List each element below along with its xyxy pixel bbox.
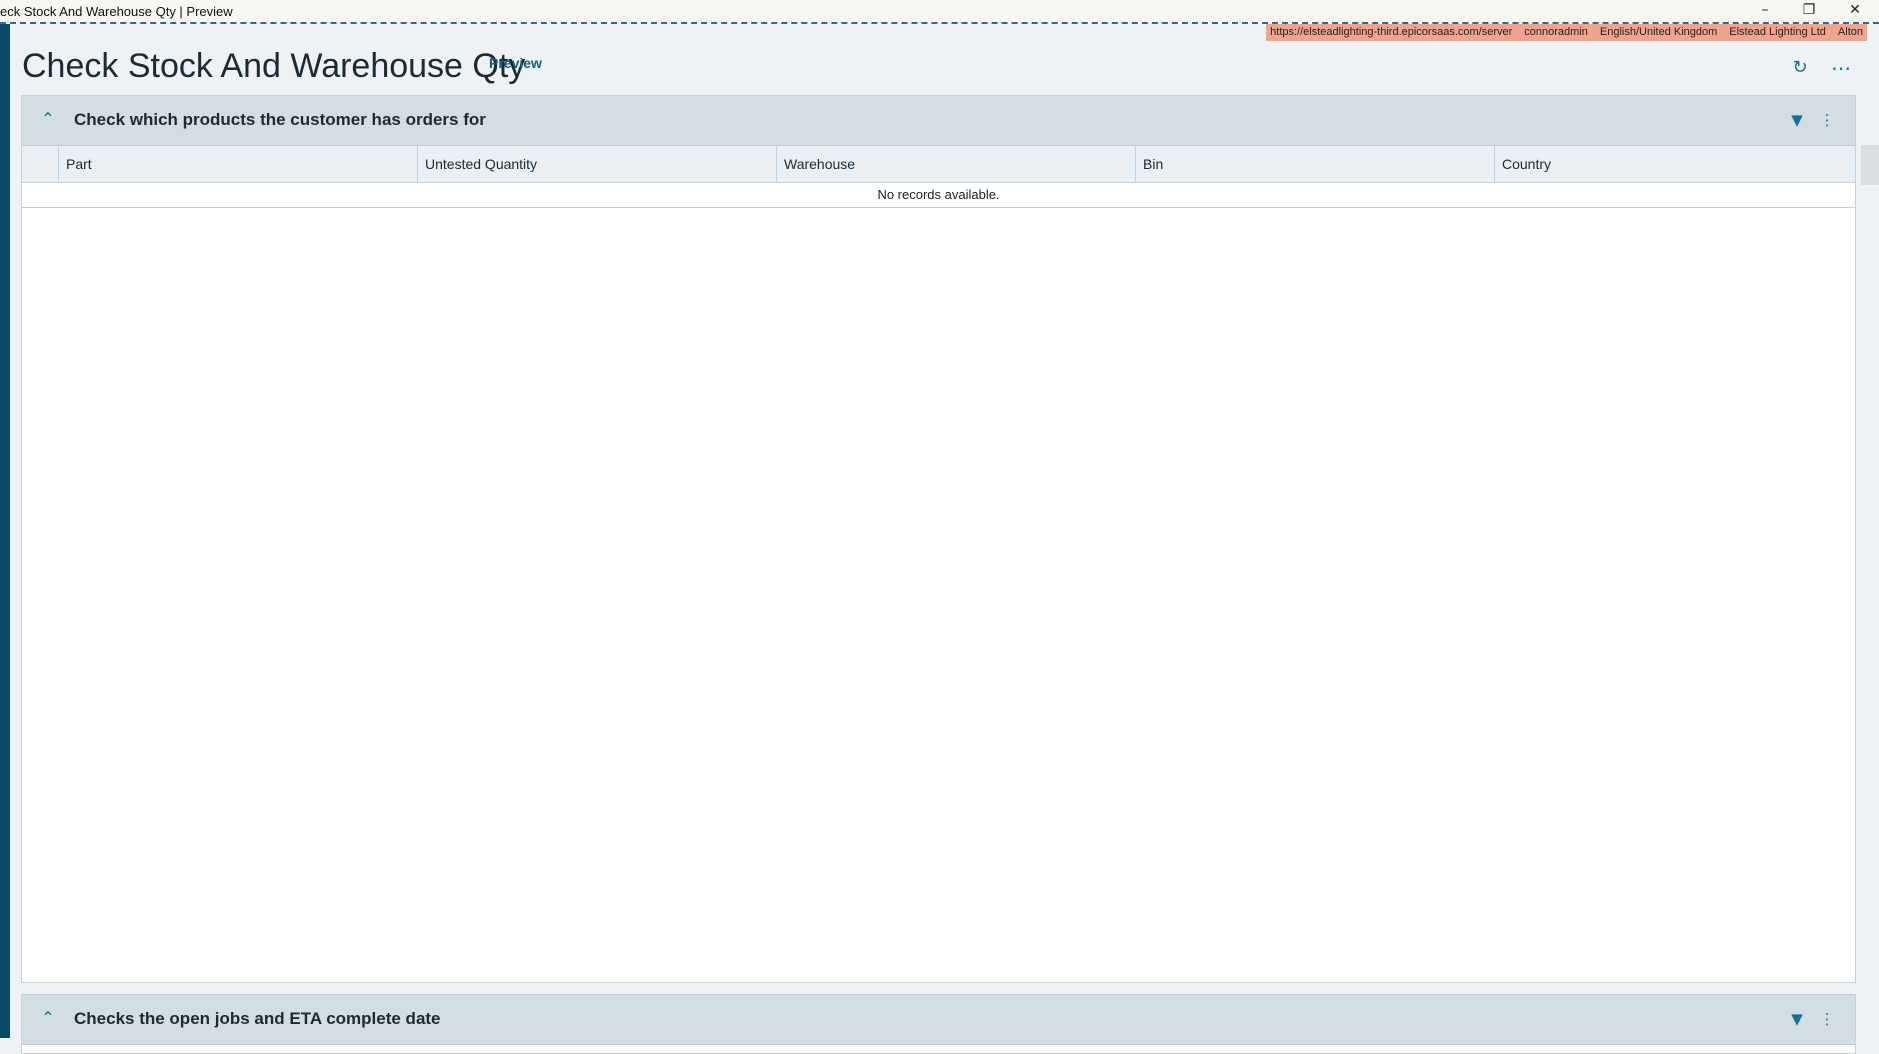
scrollbar-thumb[interactable] — [1861, 145, 1879, 185]
preview-badge: Preview — [489, 55, 542, 71]
left-accent-bar — [0, 24, 10, 1038]
grid-select-column[interactable] — [22, 146, 59, 182]
window-title-bar: eck Stock And Warehouse Qty | Preview – … — [0, 0, 1879, 24]
window-title: eck Stock And Warehouse Qty | Preview — [0, 4, 233, 19]
more-horizontal-icon[interactable]: ⋯ — [1830, 57, 1852, 79]
panel-title: Checks the open jobs and ETA complete da… — [74, 1009, 441, 1028]
grid-header: Part Untested Quantity Warehouse Bin Cou… — [22, 146, 1855, 183]
column-header-part[interactable]: Part — [59, 146, 418, 182]
close-icon[interactable]: ✕ — [1833, 0, 1877, 22]
environment-info-bar: https://elsteadlighting-third.epicorsaas… — [1266, 24, 1867, 41]
env-server: https://elsteadlighting-third.epicorsaas… — [1270, 26, 1513, 38]
refresh-icon[interactable]: ↻ — [1789, 57, 1811, 79]
column-header-warehouse[interactable]: Warehouse — [777, 146, 1136, 182]
more-vertical-icon[interactable]: ⋮ — [1817, 1008, 1837, 1030]
filter-icon[interactable]: ▼ — [1787, 1008, 1807, 1030]
panel-open-jobs: ⌃ Checks the open jobs and ETA complete … — [21, 994, 1856, 1054]
more-vertical-icon[interactable]: ⋮ — [1817, 109, 1837, 131]
env-site: Alton — [1837, 26, 1863, 38]
chevron-up-icon[interactable]: ⌃ — [37, 108, 59, 130]
env-user: connoradmin — [1524, 26, 1588, 38]
restore-icon[interactable]: ❐ — [1787, 0, 1831, 22]
env-language: English/United Kingdom — [1599, 26, 1718, 38]
page-title: Check Stock And Warehouse Qty — [22, 47, 526, 85]
column-header-country[interactable]: Country — [1495, 146, 1855, 182]
minimize-icon[interactable]: – — [1743, 0, 1787, 22]
column-header-bin[interactable]: Bin — [1136, 146, 1495, 182]
chevron-up-icon[interactable]: ⌃ — [37, 1007, 59, 1029]
empty-grid-message: No records available. — [22, 183, 1855, 208]
panel-header: ⌃ Check which products the customer has … — [22, 96, 1855, 146]
panel-title: Check which products the customer has or… — [74, 110, 486, 129]
env-company: Elstead Lighting Ltd — [1729, 26, 1826, 38]
filter-icon[interactable]: ▼ — [1787, 109, 1807, 131]
column-header-untested-quantity[interactable]: Untested Quantity — [418, 146, 777, 182]
panel-customer-orders: ⌃ Check which products the customer has … — [21, 95, 1856, 983]
